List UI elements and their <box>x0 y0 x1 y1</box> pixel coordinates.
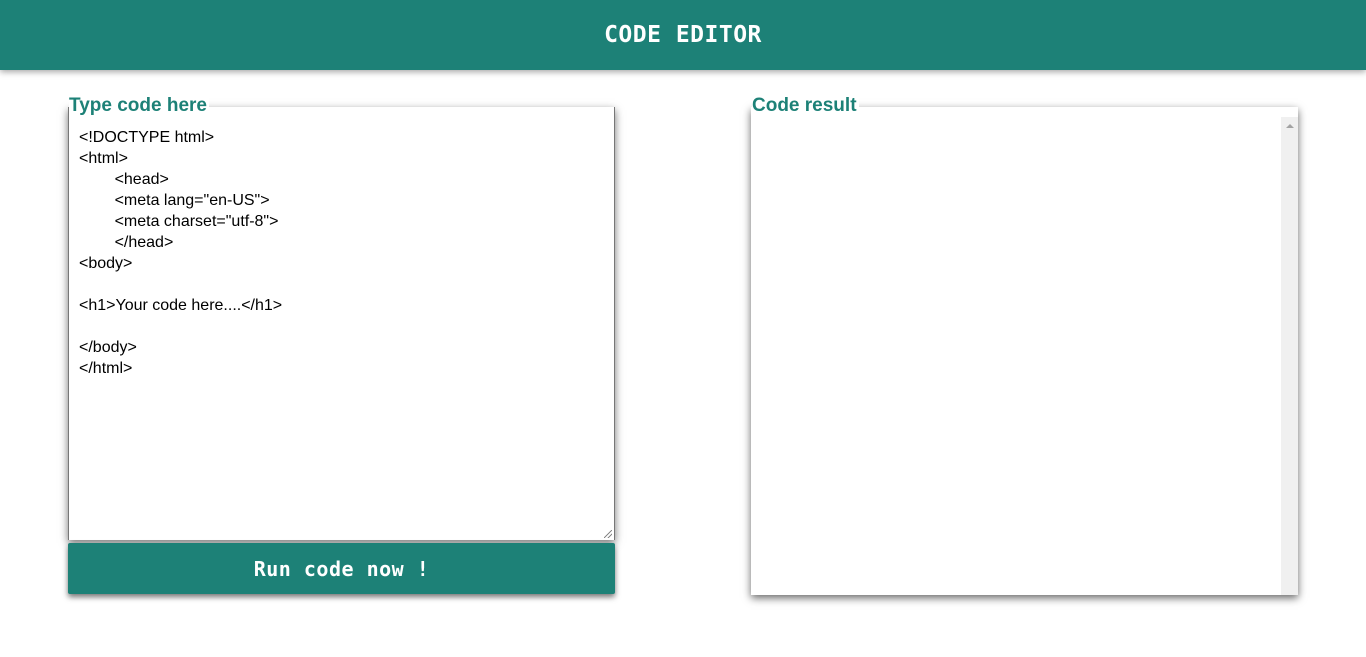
resize-grip-icon[interactable] <box>604 530 612 538</box>
run-code-button[interactable]: Run code now ! <box>68 543 615 594</box>
result-scrollbar[interactable] <box>1281 117 1298 595</box>
result-label: Code result <box>752 94 859 118</box>
scroll-up-button[interactable] <box>1281 117 1298 134</box>
page-title: CODE EDITOR <box>604 22 762 48</box>
code-result-panel <box>751 107 1298 595</box>
chevron-up-icon <box>1285 123 1294 128</box>
code-input[interactable] <box>69 107 614 540</box>
editor-label: Type code here <box>69 94 209 118</box>
code-editor-panel <box>68 107 615 540</box>
result-frame[interactable] <box>751 117 1281 595</box>
app-header: CODE EDITOR <box>0 0 1366 70</box>
